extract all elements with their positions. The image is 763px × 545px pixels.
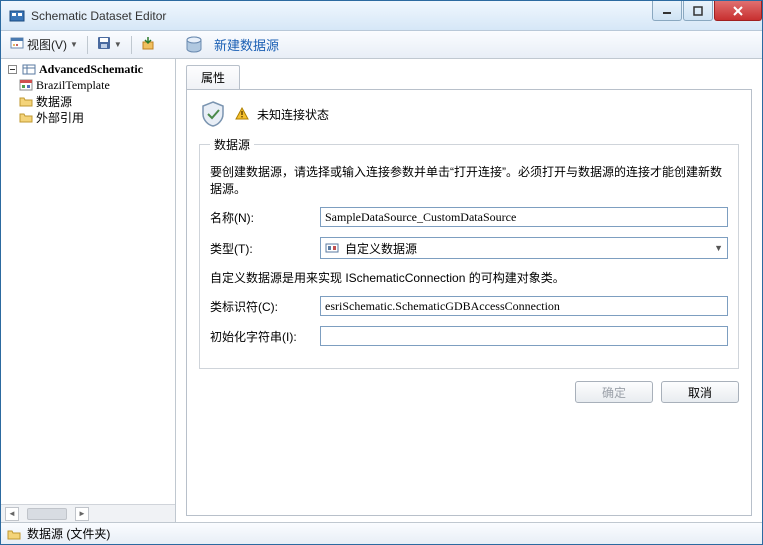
form-hint: 要创建数据源，请选择或输入连接参数并单击“打开连接”。必须打开与数据源的连接才能… xyxy=(210,163,728,197)
type-label: 类型(T): xyxy=(210,240,320,257)
chevron-down-icon: ▼ xyxy=(70,40,78,49)
folder-icon xyxy=(19,110,33,124)
import-button[interactable] xyxy=(136,34,160,56)
ok-button[interactable]: 确定 xyxy=(575,381,653,403)
sidebar: AdvancedSchematic BrazilTemplate 数据源 外部引… xyxy=(1,59,176,522)
chevron-down-icon: ▼ xyxy=(714,243,723,253)
connection-status: 未知连接状态 xyxy=(199,100,739,128)
window-buttons xyxy=(651,1,762,30)
fieldset-legend: 数据源 xyxy=(210,136,254,153)
name-label: 名称(N): xyxy=(210,209,320,226)
type-note: 自定义数据源是用来实现 ISchematicConnection 的可构建对象类… xyxy=(210,269,728,286)
tree-view[interactable]: AdvancedSchematic BrazilTemplate 数据源 外部引… xyxy=(1,59,175,504)
initstr-input[interactable] xyxy=(320,326,728,346)
view-icon xyxy=(10,36,24,53)
scroll-right-icon[interactable]: ► xyxy=(75,507,89,521)
tree-item-label: BrazilTemplate xyxy=(36,78,110,93)
type-select[interactable]: 自定义数据源 ▼ xyxy=(320,237,728,259)
properties-panel: 未知连接状态 数据源 要创建数据源，请选择或输入连接参数并单击“打开连接”。必须… xyxy=(186,89,752,516)
tab-properties[interactable]: 属性 xyxy=(186,65,240,89)
titlebar[interactable]: Schematic Dataset Editor xyxy=(1,1,762,31)
dataset-icon xyxy=(22,62,36,76)
tab-strip: 属性 xyxy=(186,67,752,89)
view-label: 视图(V) xyxy=(27,36,67,53)
tree-root[interactable]: AdvancedSchematic xyxy=(1,61,175,77)
folder-icon xyxy=(7,527,21,541)
shield-icon xyxy=(199,100,227,128)
minimize-button[interactable] xyxy=(652,1,682,21)
classid-input[interactable] xyxy=(320,296,728,316)
maximize-button[interactable] xyxy=(683,1,713,21)
separator xyxy=(131,36,132,54)
name-input[interactable] xyxy=(320,207,728,227)
separator xyxy=(87,36,88,54)
main-header: 新建数据源 xyxy=(176,31,762,59)
window-title: Schematic Dataset Editor xyxy=(31,9,651,23)
custom-type-icon xyxy=(325,241,339,255)
classid-label: 类标识符(C): xyxy=(210,298,320,315)
type-value: 自定义数据源 xyxy=(345,240,708,257)
chevron-down-icon: ▼ xyxy=(114,40,122,49)
minus-icon[interactable] xyxy=(5,62,19,76)
datasource-fieldset: 数据源 要创建数据源，请选择或输入连接参数并单击“打开连接”。必须打开与数据源的… xyxy=(199,136,739,369)
scroll-thumb[interactable] xyxy=(27,508,67,520)
view-menu-button[interactable]: 视图(V) ▼ xyxy=(5,34,83,56)
initstr-label: 初始化字符串(I): xyxy=(210,328,320,345)
tree-item-label: 数据源 xyxy=(36,93,72,110)
sidebar-toolbar: 视图(V) ▼ ▼ xyxy=(1,31,176,59)
scroll-left-icon[interactable]: ◄ xyxy=(5,507,19,521)
new-datasource-link[interactable]: 新建数据源 xyxy=(214,35,279,54)
warning-icon xyxy=(235,107,249,121)
cancel-button[interactable]: 取消 xyxy=(661,381,739,403)
folder-icon xyxy=(19,94,33,108)
import-icon xyxy=(141,36,155,53)
tree-item-label: 外部引用 xyxy=(36,109,84,126)
save-button[interactable]: ▼ xyxy=(92,34,127,56)
tree-item[interactable]: BrazilTemplate xyxy=(1,77,175,93)
button-row: 确定 取消 xyxy=(199,381,739,403)
row-initstr: 初始化字符串(I): xyxy=(210,326,728,346)
sidebar-scrollbar[interactable]: ◄ ► xyxy=(1,504,175,522)
tree-root-label: AdvancedSchematic xyxy=(39,62,143,77)
tree-item[interactable]: 外部引用 xyxy=(1,109,175,125)
row-type: 类型(T): 自定义数据源 ▼ xyxy=(210,237,728,259)
row-classid: 类标识符(C): xyxy=(210,296,728,316)
app-window: Schematic Dataset Editor 视图(V) ▼ ▼ xyxy=(0,0,763,545)
tree-item[interactable]: 数据源 xyxy=(1,93,175,109)
app-icon xyxy=(9,8,25,24)
template-icon xyxy=(19,78,33,92)
save-icon xyxy=(97,36,111,53)
status-message: 未知连接状态 xyxy=(257,106,329,123)
row-name: 名称(N): xyxy=(210,207,728,227)
datasource-icon xyxy=(184,35,204,55)
main-panel: 属性 未知连接状态 数据源 xyxy=(176,59,762,522)
close-button[interactable] xyxy=(714,1,762,21)
client-area: 视图(V) ▼ ▼ 新建数据源 xyxy=(1,31,762,544)
statusbar: 数据源 (文件夹) xyxy=(1,522,762,544)
statusbar-text: 数据源 (文件夹) xyxy=(27,525,110,542)
